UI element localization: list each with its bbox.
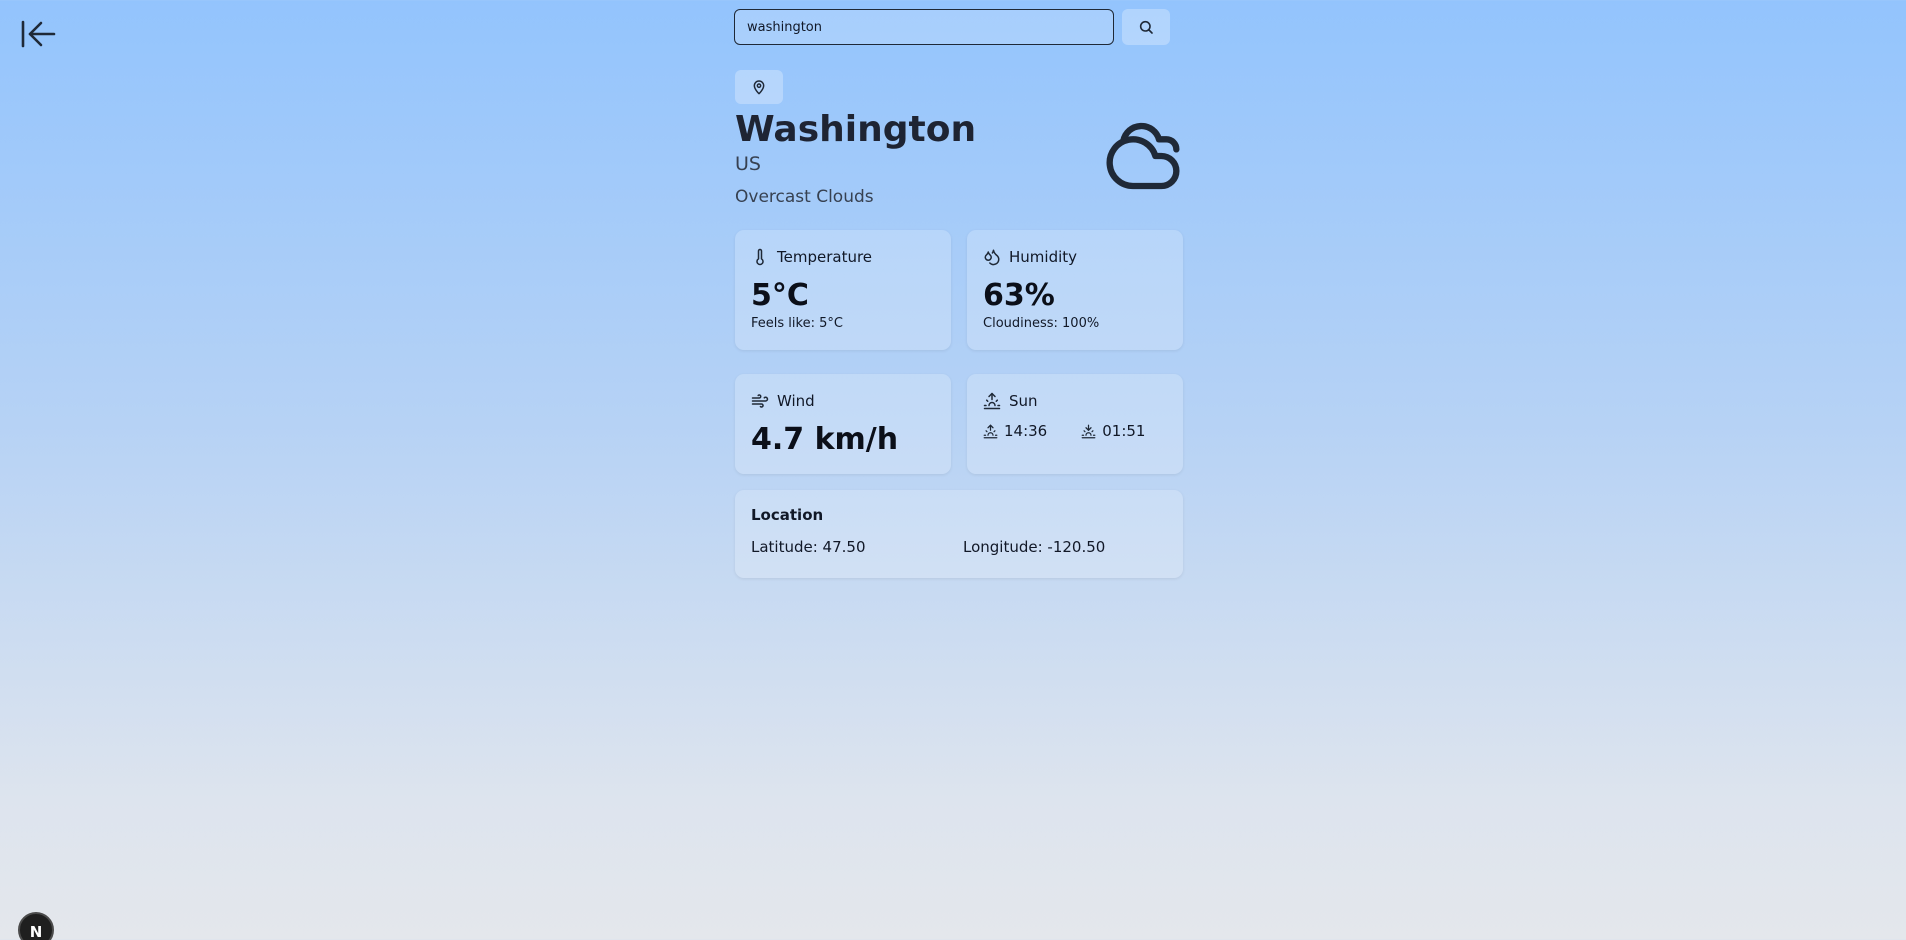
badge-label: N [29,923,43,940]
weather-panel: Washington US Overcast Clouds Temperatur… [735,70,1183,578]
search-input[interactable] [734,9,1114,45]
nextjs-dev-badge[interactable]: N [18,912,54,940]
wind-icon [751,394,769,408]
temperature-title: Temperature [777,248,873,266]
location-title: Location [751,506,824,524]
sunrise-time: 14:36 [1004,422,1048,440]
sunset-time: 01:51 [1102,422,1146,440]
humidity-value: 63% [983,278,1055,313]
sunset: 01:51 [1081,422,1145,440]
wind-value: 4.7 km/h [751,422,899,457]
search-bar [734,9,1170,45]
wind-card: Wind 4.7 km/h [735,374,951,474]
sun-card: Sun 14:36 01:51 [967,374,1183,474]
wind-title: Wind [777,392,815,410]
location-card: Location Latitude: 47.50 Longitude: -120… [735,490,1183,578]
feels-like: Feels like: 5°C [751,316,843,331]
temperature-value: 5°C [751,278,809,313]
search-button[interactable] [1122,9,1170,45]
cloudiness: Cloudiness: 100% [983,316,1100,331]
collapse-sidebar-button[interactable] [20,18,56,50]
stats-grid: Temperature 5°C Feels like: 5°C Humidity… [735,230,1183,474]
sunset-icon [1081,424,1096,438]
sunrise-icon [983,392,1001,410]
weather-header: Washington US Overcast Clouds [735,108,1183,207]
longitude: Longitude: -120.50 [963,538,1106,556]
thermometer-icon [756,248,764,266]
cloud-icon [1106,122,1180,190]
sunrise-icon [983,424,998,438]
latitude: Latitude: 47.50 [751,538,866,556]
map-pin-icon [753,80,765,95]
arrow-left-to-line-icon [21,20,56,48]
sun-title: Sun [1009,392,1038,410]
sunrise: 14:36 [983,422,1047,440]
humidity-card: Humidity 63% Cloudiness: 100% [967,230,1183,350]
search-icon [1139,20,1153,34]
droplets-icon [984,249,1000,266]
temperature-card: Temperature 5°C Feels like: 5°C [735,230,951,350]
humidity-title: Humidity [1009,248,1078,266]
current-location-button[interactable] [735,70,783,104]
